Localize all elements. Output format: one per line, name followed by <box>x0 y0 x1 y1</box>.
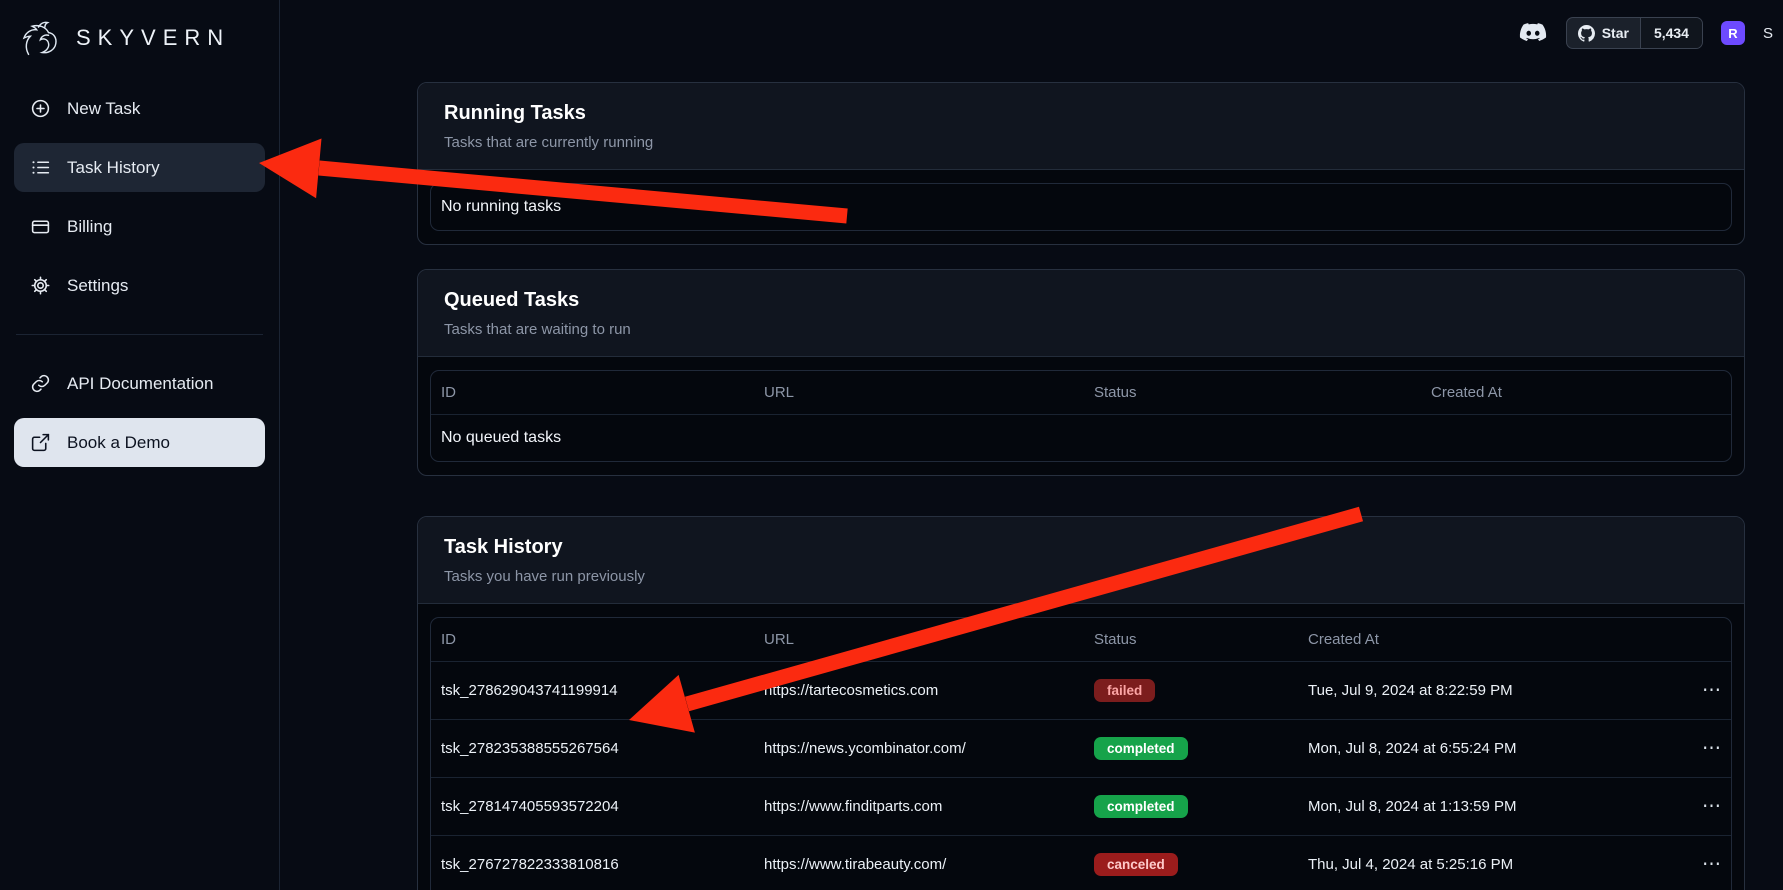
star-label: Star <box>1602 25 1629 41</box>
task-url-cell: https://www.finditparts.com <box>764 781 1094 832</box>
task-url-cell: https://www.tirabeauty.com/ <box>764 839 1094 890</box>
sidebar-nav: New Task Task History Billing Settings <box>14 84 265 467</box>
sidebar: SKYVERN New Task Task History Billing <box>0 0 280 890</box>
queued-tasks-table: ID URL Status Created At No queued tasks <box>430 370 1732 462</box>
sidebar-item-billing[interactable]: Billing <box>14 202 265 251</box>
task-id-cell: tsk_278147405593572204 <box>441 781 764 832</box>
status-badge: canceled <box>1094 853 1178 876</box>
status-badge: failed <box>1094 679 1155 702</box>
user-name-fragment: S <box>1763 25 1773 42</box>
credit-card-icon <box>30 216 51 237</box>
logo[interactable]: SKYVERN <box>14 14 265 84</box>
topbar: Star 5,434 R S <box>280 0 1783 66</box>
sidebar-item-api-documentation[interactable]: API Documentation <box>14 359 265 408</box>
column-header-actions <box>1667 627 1731 653</box>
task-url-cell: https://news.ycombinator.com/ <box>764 723 1094 774</box>
column-header-url: URL <box>764 618 1094 661</box>
task-created-cell: Mon, Jul 8, 2024 at 1:13:59 PM <box>1308 781 1667 832</box>
sidebar-item-new-task[interactable]: New Task <box>14 84 265 133</box>
task-history-table: ID URL Status Created At tsk_27862904374… <box>430 617 1732 890</box>
discord-link[interactable] <box>1518 22 1548 45</box>
github-star-count: 5,434 <box>1640 18 1702 48</box>
sidebar-item-label: API Documentation <box>67 374 213 394</box>
task-row[interactable]: tsk_278629043741199914 https://tartecosm… <box>431 661 1731 719</box>
task-history-card: Task History Tasks you have run previous… <box>417 516 1745 890</box>
running-tasks-title: Running Tasks <box>444 102 1718 125</box>
sidebar-item-book-a-demo[interactable]: Book a Demo <box>14 418 265 467</box>
task-row[interactable]: tsk_276727822333810816 https://www.tirab… <box>431 835 1731 890</box>
running-tasks-empty-state: No running tasks <box>431 184 1731 230</box>
column-header-created-at: Created At <box>1431 371 1731 414</box>
running-tasks-card: Running Tasks Tasks that are currently r… <box>417 82 1745 245</box>
row-actions-button[interactable]: ⋯ <box>1692 679 1731 702</box>
task-history-table-header: ID URL Status Created At <box>431 618 1731 661</box>
row-actions-button[interactable]: ⋯ <box>1692 795 1731 818</box>
task-history-header: Task History Tasks you have run previous… <box>418 517 1744 604</box>
task-history-subtitle: Tasks you have run previously <box>444 568 1718 585</box>
sidebar-item-label: Billing <box>67 217 112 237</box>
task-id-cell: tsk_278235388555267564 <box>441 723 764 774</box>
sidebar-item-task-history[interactable]: Task History <box>14 143 265 192</box>
skyvern-logo-icon <box>20 18 68 58</box>
plus-circle-icon <box>30 98 51 119</box>
github-star-button[interactable]: Star 5,434 <box>1566 17 1703 49</box>
main-content: Running Tasks Tasks that are currently r… <box>280 0 1783 890</box>
column-header-url: URL <box>764 371 1094 414</box>
queued-tasks-header: Queued Tasks Tasks that are waiting to r… <box>418 270 1744 357</box>
running-tasks-table: No running tasks <box>430 183 1732 231</box>
task-id-cell: tsk_278629043741199914 <box>441 665 764 716</box>
sidebar-item-label: Settings <box>67 276 128 296</box>
task-created-cell: Thu, Jul 4, 2024 at 5:25:16 PM <box>1308 839 1667 890</box>
queued-tasks-card: Queued Tasks Tasks that are waiting to r… <box>417 269 1745 476</box>
sidebar-item-settings[interactable]: Settings <box>14 261 265 310</box>
task-history-title: Task History <box>444 536 1718 559</box>
queued-tasks-table-header: ID URL Status Created At <box>431 371 1731 414</box>
column-header-status: Status <box>1094 618 1308 661</box>
task-history-body: tsk_278629043741199914 https://tartecosm… <box>431 661 1731 890</box>
queued-tasks-subtitle: Tasks that are waiting to run <box>444 321 1718 338</box>
row-actions-button[interactable]: ⋯ <box>1692 853 1731 876</box>
discord-icon <box>1518 22 1548 45</box>
status-badge: completed <box>1094 737 1188 760</box>
task-created-cell: Mon, Jul 8, 2024 at 6:55:24 PM <box>1308 723 1667 774</box>
user-avatar[interactable]: R <box>1721 21 1745 45</box>
github-icon <box>1578 25 1595 42</box>
task-created-cell: Tue, Jul 9, 2024 at 8:22:59 PM <box>1308 665 1667 716</box>
status-badge: completed <box>1094 795 1188 818</box>
queued-tasks-title: Queued Tasks <box>444 289 1718 312</box>
logo-text: SKYVERN <box>76 25 230 51</box>
github-star-label: Star <box>1567 18 1640 48</box>
running-tasks-subtitle: Tasks that are currently running <box>444 134 1718 151</box>
column-header-status: Status <box>1094 371 1431 414</box>
task-url-cell: https://tartecosmetics.com <box>764 665 1094 716</box>
column-header-created-at: Created At <box>1308 618 1667 661</box>
row-actions-button[interactable]: ⋯ <box>1692 737 1731 760</box>
task-row[interactable]: tsk_278235388555267564 https://news.ycom… <box>431 719 1731 777</box>
task-id-cell: tsk_276727822333810816 <box>441 839 764 890</box>
column-header-id: ID <box>441 618 764 661</box>
task-row[interactable]: tsk_278147405593572204 https://www.findi… <box>431 777 1731 835</box>
column-header-id: ID <box>441 371 764 414</box>
sidebar-item-label: New Task <box>67 99 140 119</box>
external-link-icon <box>30 432 51 453</box>
gear-icon <box>30 275 51 296</box>
running-tasks-header: Running Tasks Tasks that are currently r… <box>418 83 1744 170</box>
link-icon <box>30 373 51 394</box>
sidebar-divider <box>16 334 263 335</box>
list-icon <box>30 157 51 178</box>
queued-tasks-empty-state: No queued tasks <box>431 415 1731 461</box>
sidebar-item-label: Task History <box>67 158 160 178</box>
sidebar-item-label: Book a Demo <box>67 433 170 453</box>
